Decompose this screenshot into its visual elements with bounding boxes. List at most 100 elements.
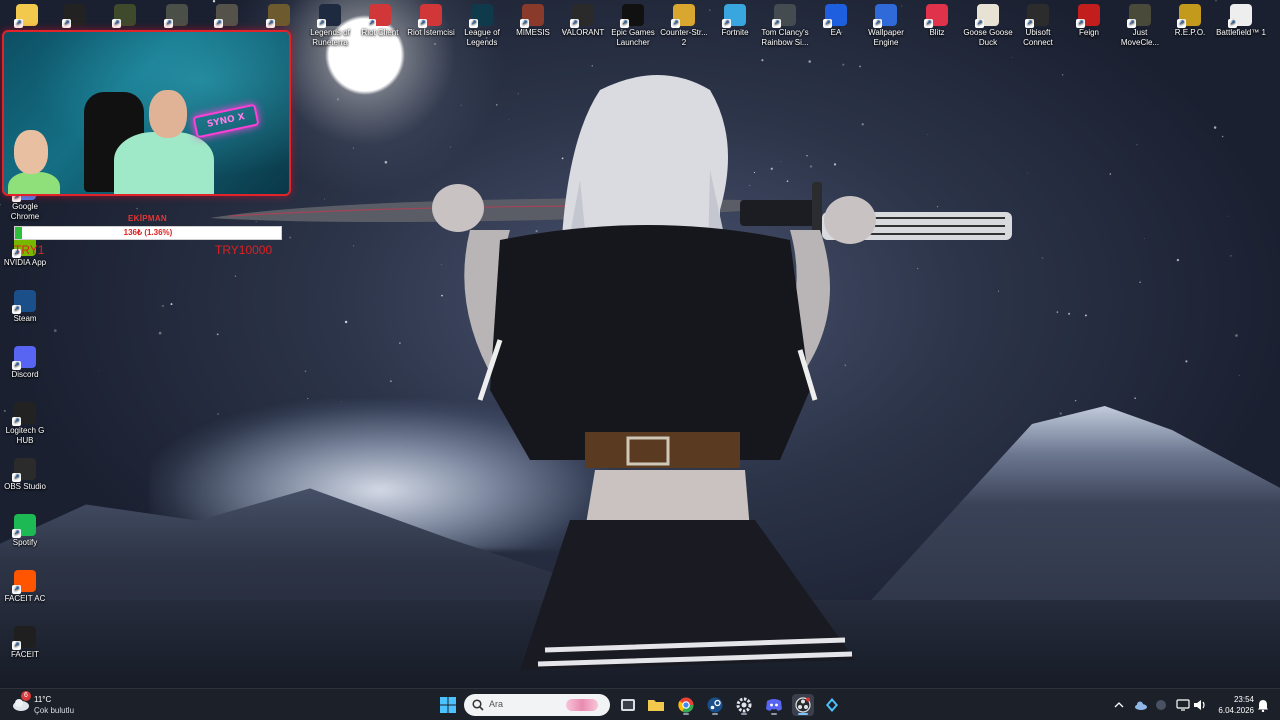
desktop-icon-label: Riot Client (361, 28, 399, 37)
star (161, 304, 165, 308)
game-icon-4: ↗ (266, 4, 290, 28)
tray-onedrive[interactable] (1132, 694, 1150, 716)
league-icon: ↗ (469, 4, 493, 28)
top_icons-valorant[interactable]: ↗ VALORANT (556, 2, 610, 38)
desktop-icon-label: League of Legends (464, 28, 500, 47)
taskbar-discord[interactable] (763, 694, 785, 716)
top_icons-just-move[interactable]: ↗ Just MoveCle... (1113, 2, 1167, 48)
folder-icon (648, 700, 664, 711)
shortcut-arrow-icon: ↗ (671, 19, 680, 28)
top_icons-game-icon-2[interactable]: ↗ (150, 2, 204, 28)
valorant-icon: ↗ (570, 4, 594, 28)
tray-volume[interactable] (1191, 694, 1209, 716)
desktop-icon-label: Goose Goose Duck (963, 28, 1013, 47)
star (98, 369, 100, 371)
desktop-icon-label: Discord (11, 370, 39, 379)
desktop-icon-label: Blitz (929, 28, 945, 37)
desktop-icon-label: VALORANT (561, 28, 605, 37)
weather-widget[interactable]: 6 11°C Çok bulutlu (10, 691, 100, 717)
taskbar-steam[interactable] (704, 694, 726, 716)
notification-center-button[interactable] (1254, 694, 1272, 716)
notification-badge: 6 (21, 691, 31, 701)
riot-istemcisi-icon: ↗ (418, 4, 442, 28)
taskbar-search-box[interactable]: Ara (464, 694, 610, 716)
top_icons-game-icon-1[interactable]: ↗ (98, 2, 152, 28)
top_icons-riot-client[interactable]: ↗ Riot Client (353, 2, 407, 38)
shortcut-arrow-icon: ↗ (722, 19, 731, 28)
donation-progress-bar: 136₺ (1.36%) (14, 226, 282, 240)
left_icons-logitech[interactable]: ↗ Logitech G HUB (0, 400, 50, 446)
show-hidden-icons-button[interactable] (1110, 694, 1128, 716)
star (1134, 397, 1136, 399)
star (170, 303, 173, 306)
runeterra-icon: ↗ (317, 4, 341, 28)
top_icons-battlefield[interactable]: ↗ Battlefield™ 1 (1214, 2, 1268, 38)
shortcut-arrow-icon: ↗ (418, 19, 427, 28)
running-indicator (683, 713, 689, 715)
top_icons-epic-icon-small[interactable]: ↗ (48, 2, 102, 28)
bell-icon (1258, 699, 1268, 712)
top_icons-mimesis[interactable]: ↗ MIMESIS (506, 2, 560, 38)
top_icons-game-icon-3[interactable]: ↗ (200, 2, 254, 28)
shortcut-arrow-icon: ↗ (1025, 19, 1034, 28)
top_icons-folder[interactable]: ↗ (0, 2, 54, 28)
top_icons-riot-istemcisi[interactable]: ↗ Riot İstemcisi (404, 2, 458, 38)
desktop-icon-label: Google Chrome (10, 202, 40, 221)
top_icons-runeterra[interactable]: ↗ Legends of Runeterra (303, 2, 357, 48)
start-button[interactable] (437, 694, 459, 716)
top_icons-cs2[interactable]: ↗ Counter-Str... 2 (657, 2, 711, 48)
logitech-icon: ↗ (12, 402, 36, 426)
top_icons-wallpaper-engine[interactable]: ↗ Wallpaper Engine (859, 2, 913, 48)
top_icons-ea[interactable]: ↗ EA (809, 2, 863, 38)
shortcut-arrow-icon: ↗ (1127, 19, 1136, 28)
top_icons-goose[interactable]: ↗ Goose Goose Duck (961, 2, 1015, 48)
taskbar-clock[interactable]: 23:54 6.04.2026 (1212, 694, 1254, 716)
left_icons-faceit-ac[interactable]: ↗ FACEIT AC (0, 568, 50, 604)
folder-icon: ↗ (14, 4, 38, 28)
tray-app-icon[interactable] (1152, 694, 1170, 716)
left_icons-spotify[interactable]: ↗ Spotify (0, 512, 50, 548)
taskbar-obs-studio[interactable] (792, 694, 814, 716)
top_icons-feign[interactable]: ↗ Feign (1062, 2, 1116, 38)
shortcut-arrow-icon: ↗ (772, 19, 781, 28)
tray-network[interactable] (1174, 694, 1192, 716)
taskbar-wallpaper-engine[interactable] (733, 694, 755, 716)
discord-icon: ↗ (12, 346, 36, 370)
top_icons-league[interactable]: ↗ League of Legends (455, 2, 509, 48)
top_icons-repo[interactable]: ↗ R.E.P.O. (1163, 2, 1217, 38)
taskbar-chrome[interactable] (675, 694, 697, 716)
star (1221, 135, 1224, 138)
clock-time: 23:54 (1233, 695, 1254, 704)
top_icons-epic-games[interactable]: ↗ Epic Games Launcher (606, 2, 660, 48)
desktop-icon-label: Battlefield™ 1 (1216, 28, 1266, 37)
left_icons-steam[interactable]: ↗ Steam (0, 288, 50, 324)
top_icons-game-icon-4[interactable]: ↗ (252, 2, 306, 28)
epic-icon-small: ↗ (62, 4, 86, 28)
epic-games-icon: ↗ (620, 4, 644, 28)
child-body (8, 172, 60, 194)
top_icons-blitz[interactable]: ↗ Blitz (910, 2, 964, 38)
battlefield-icon: ↗ (1228, 4, 1252, 28)
shortcut-arrow-icon: ↗ (873, 19, 882, 28)
left_icons-discord[interactable]: ↗ Discord (0, 344, 50, 380)
star (1230, 255, 1232, 257)
taskbar-file-explorer[interactable] (645, 694, 667, 716)
shortcut-arrow-icon: ↗ (1228, 19, 1237, 28)
goose-icon: ↗ (975, 4, 999, 28)
running-indicator (712, 713, 718, 715)
desktop-icon-label: R.E.P.O. (1174, 28, 1206, 37)
just-move-icon: ↗ (1127, 4, 1151, 28)
desktop-icon-label: Logitech G HUB (5, 426, 45, 445)
game-icon-3: ↗ (214, 4, 238, 28)
top_icons-fortnite[interactable]: ↗ Fortnite (708, 2, 762, 38)
left_icons-faceit[interactable]: ↗ FACEIT (0, 624, 50, 660)
top_icons-rainbow-six[interactable]: ↗ Tom Clancy's Rainbow Si... (758, 2, 812, 48)
search-placeholder: Ara (489, 699, 504, 709)
left_icons-obs[interactable]: ↗ OBS Studio (0, 456, 50, 492)
top_icons-ubisoft[interactable]: ↗ Ubisoft Connect (1011, 2, 1065, 48)
task-view-button[interactable] (617, 694, 639, 716)
shortcut-arrow-icon: ↗ (12, 529, 21, 538)
taskbar-app-extra[interactable] (821, 694, 843, 716)
star (1238, 374, 1240, 376)
star (1139, 281, 1141, 283)
